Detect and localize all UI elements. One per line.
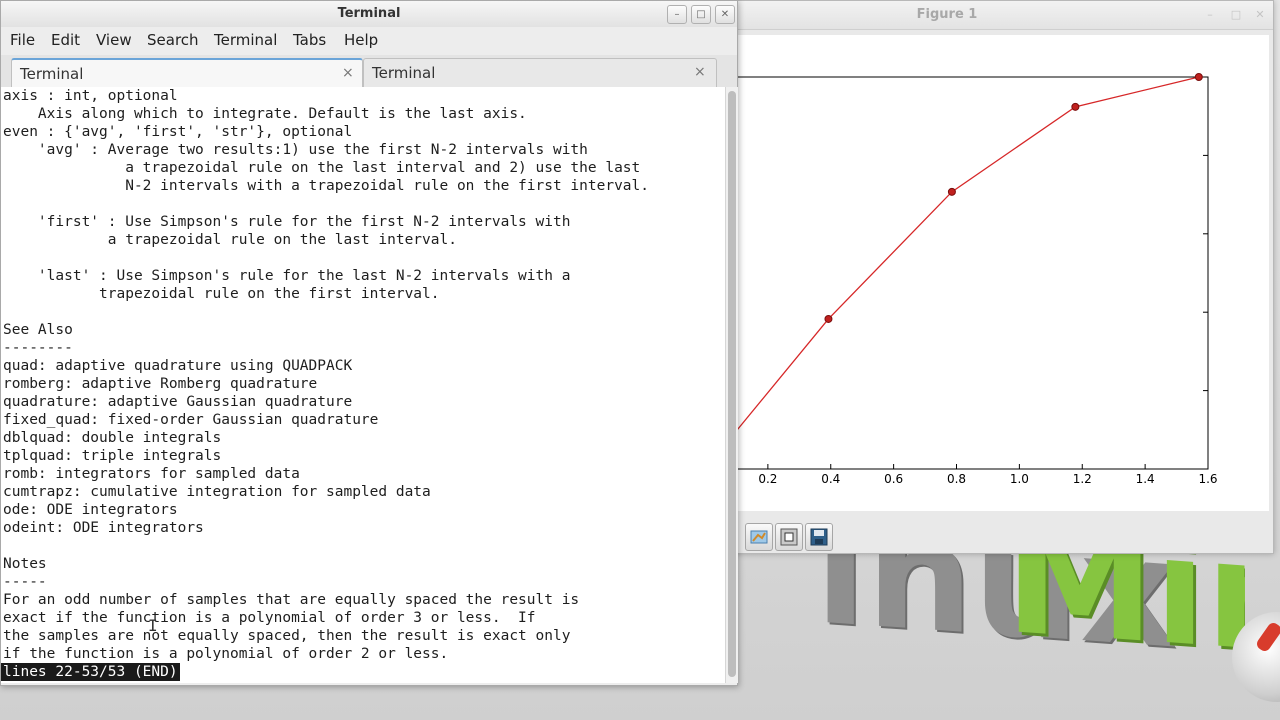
terminal-line: the samples are not equally spaced, then… bbox=[3, 628, 571, 644]
tab-bar: Terminal × Terminal × bbox=[1, 55, 737, 88]
linux-mint-wordmark: inux Mint bbox=[815, 548, 1245, 698]
x-tick-label: 0.2 bbox=[758, 472, 777, 486]
x-tick-label: 1.0 bbox=[1010, 472, 1029, 486]
terminal-line: fixed_quad: fixed-order Gaussian quadrat… bbox=[3, 412, 379, 428]
x-tick-label: 0.4 bbox=[821, 472, 840, 486]
terminal-line: ode: ODE integrators bbox=[3, 502, 178, 518]
x-tick-label: 1.4 bbox=[1136, 472, 1155, 486]
terminal-line: tplquad: triple integrals bbox=[3, 448, 222, 464]
plot-svg: 0.2 0.4 0.6 0.8 1.0 1.2 1.4 1.6 bbox=[701, 73, 1218, 486]
terminal-line: quad: adaptive quadrature using QUADPACK bbox=[3, 358, 353, 374]
terminal-line: even : {'avg', 'first', 'str'}, optional bbox=[3, 124, 353, 140]
terminal-line: romberg: adaptive Romberg quadrature bbox=[3, 376, 318, 392]
wordmark-green: Mint bbox=[1005, 548, 1245, 694]
pager-status: lines 22-53/53 (END) bbox=[1, 663, 180, 681]
terminal-output[interactable]: axis : int, optional Axis along which to… bbox=[1, 87, 725, 683]
terminal-scrollbar[interactable] bbox=[725, 87, 738, 683]
terminal-line: 'first' : Use Simpson's rule for the fir… bbox=[3, 214, 571, 230]
tab-terminal-2[interactable]: Terminal × bbox=[363, 58, 717, 87]
x-tick-label: 0.6 bbox=[884, 472, 903, 486]
terminal-line: 'last' : Use Simpson's rule for the last… bbox=[3, 268, 571, 284]
mouse-ibeam-icon: I bbox=[148, 616, 158, 635]
text-cursor bbox=[191, 663, 201, 681]
terminal-line: ----- bbox=[3, 574, 47, 590]
figure-toolbar bbox=[733, 519, 1269, 553]
terminal-line: For an odd number of samples that are eq… bbox=[3, 592, 580, 608]
menu-search[interactable]: Search bbox=[147, 31, 199, 49]
save-icon[interactable] bbox=[805, 523, 833, 551]
terminal-line: axis : int, optional bbox=[3, 88, 178, 104]
terminal-line: a trapezoidal rule on the last interval. bbox=[3, 232, 457, 248]
scrollbar-thumb[interactable] bbox=[728, 91, 736, 677]
data-point bbox=[947, 187, 956, 196]
figure-window: Figure 1 – □ ✕ 0.2 0.4 0.6 0.8 1.0 1.2 1.4 1.6 bbox=[701, 0, 1274, 554]
configure-subplots-icon[interactable] bbox=[745, 523, 773, 551]
terminal-close-button[interactable]: ✕ bbox=[715, 5, 735, 24]
terminal-line: N-2 intervals with a trapezoidal rule on… bbox=[3, 178, 650, 194]
tab-terminal-1[interactable]: Terminal × bbox=[11, 58, 363, 88]
menu-tabs[interactable]: Tabs bbox=[293, 31, 326, 49]
terminal-line: romb: integrators for sampled data bbox=[3, 466, 300, 482]
data-point bbox=[824, 314, 833, 323]
terminal-titlebar[interactable]: Terminal – □ ✕ bbox=[1, 1, 737, 27]
figure-titlebar[interactable]: Figure 1 – □ ✕ bbox=[733, 1, 1273, 30]
terminal-line: trapezoidal rule on the first interval. bbox=[3, 286, 440, 302]
terminal-text: axis : int, optional Axis along which to… bbox=[3, 87, 649, 663]
terminal-window: Terminal – □ ✕ File Edit View Search Ter… bbox=[0, 0, 738, 686]
x-tick-label: 1.2 bbox=[1073, 472, 1092, 486]
terminal-line: 'avg' : Average two results:1) use the f… bbox=[3, 142, 588, 158]
terminal-line: odeint: ODE integrators bbox=[3, 520, 204, 536]
tab-label: Terminal bbox=[20, 65, 84, 83]
terminal-line: dblquad: double integrals bbox=[3, 430, 222, 446]
terminal-line: -------- bbox=[3, 340, 73, 356]
figure-minimize-button[interactable]: – bbox=[1203, 8, 1217, 22]
tab-close-icon[interactable]: × bbox=[694, 64, 706, 80]
axes-frame bbox=[704, 76, 1209, 470]
terminal-maximize-button[interactable]: □ bbox=[691, 5, 711, 24]
menu-bar: File Edit View Search Terminal Tabs Help bbox=[1, 27, 737, 53]
terminal-line: cumtrapz: cumulative integration for sam… bbox=[3, 484, 431, 500]
menu-help[interactable]: Help bbox=[344, 31, 378, 49]
terminal-line: if the function is a polynomial of order… bbox=[3, 646, 449, 662]
terminal-minimize-button[interactable]: – bbox=[667, 5, 687, 24]
x-tick-label: 0.8 bbox=[947, 472, 966, 486]
menu-view[interactable]: View bbox=[96, 31, 132, 49]
terminal-line: a trapezoidal rule on the last interval … bbox=[3, 160, 641, 176]
terminal-line: Notes bbox=[3, 556, 47, 572]
terminal-line: quadrature: adaptive Gaussian quadrature bbox=[3, 394, 353, 410]
menu-file[interactable]: File bbox=[10, 31, 35, 49]
terminal-line: exact if the function is a polynomial of… bbox=[3, 610, 536, 626]
terminal-line: Axis along which to integrate. Default i… bbox=[3, 106, 527, 122]
terminal-line: See Also bbox=[3, 322, 73, 338]
data-point bbox=[1194, 73, 1203, 81]
figure-close-button[interactable]: ✕ bbox=[1253, 8, 1267, 22]
tab-close-icon[interactable]: × bbox=[342, 65, 354, 81]
data-point bbox=[1071, 102, 1080, 111]
zoom-icon[interactable] bbox=[775, 523, 803, 551]
menu-edit[interactable]: Edit bbox=[51, 31, 80, 49]
terminal-title: Terminal bbox=[337, 6, 401, 21]
tab-label: Terminal bbox=[372, 64, 436, 82]
figure-maximize-button[interactable]: □ bbox=[1229, 8, 1243, 22]
figure-canvas[interactable]: 0.2 0.4 0.6 0.8 1.0 1.2 1.4 1.6 bbox=[701, 35, 1269, 511]
figure-title: Figure 1 bbox=[916, 7, 978, 22]
x-tick-label: 1.6 bbox=[1198, 472, 1217, 486]
menu-terminal[interactable]: Terminal bbox=[214, 31, 277, 49]
